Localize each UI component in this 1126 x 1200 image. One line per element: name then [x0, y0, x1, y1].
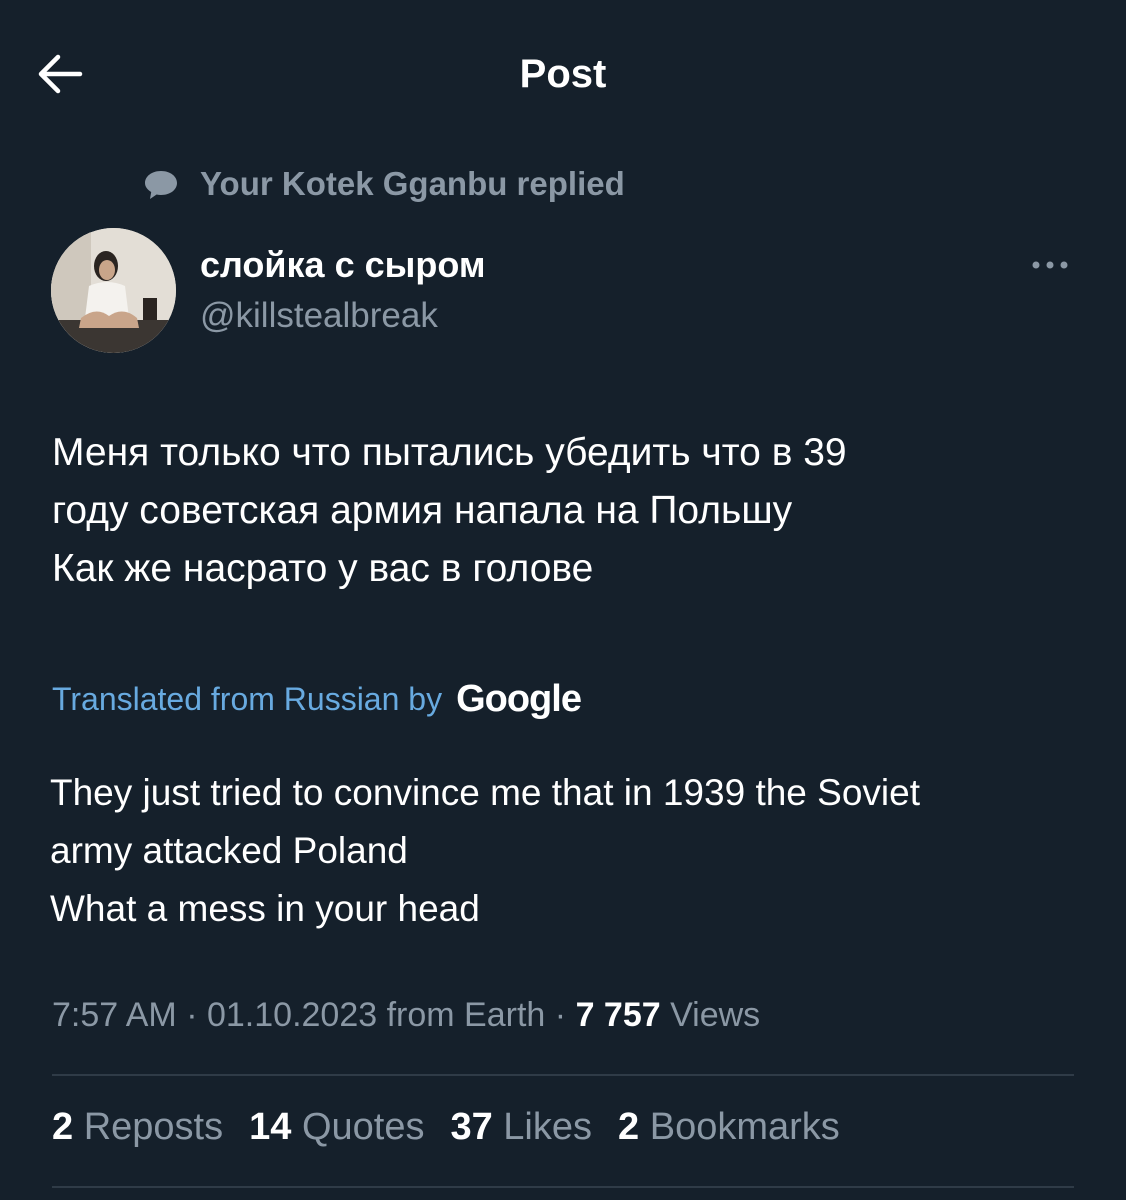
likes-label: Likes	[503, 1106, 593, 1148]
post-text-line: году советская армия напала на Польшу	[52, 489, 793, 532]
quotes-label: Quotes	[301, 1106, 425, 1148]
quotes-stat[interactable]: 14 Quotes	[249, 1106, 424, 1149]
post-source: from Earth	[386, 996, 546, 1034]
more-dots-icon	[1032, 261, 1068, 269]
page-title: Post	[519, 52, 607, 96]
translated-text: They just tried to convince me that in 1…	[50, 764, 1100, 938]
likes-stat[interactable]: 37 Likes	[450, 1106, 592, 1149]
google-logo: Google	[456, 678, 582, 720]
engagement-stats: 2 Reposts 14 Quotes 37 Likes 2 Bookmarks	[52, 1106, 866, 1149]
views-label: Views	[670, 996, 761, 1034]
more-options-button[interactable]	[1020, 245, 1080, 285]
reposts-count: 2	[52, 1106, 84, 1148]
avatar-photo	[51, 228, 176, 353]
speech-bubble-icon	[145, 171, 177, 199]
author-handle[interactable]: @killstealbreak	[200, 296, 438, 336]
reply-context-text: Your Kotek Gganbu replied	[200, 165, 625, 202]
bookmarks-stat[interactable]: 2 Bookmarks	[618, 1106, 840, 1149]
divider	[52, 1186, 1074, 1188]
post-date[interactable]: 01.10.2023	[207, 996, 377, 1034]
reply-context[interactable]: Your Kotek Gganbu replied	[142, 162, 625, 206]
views-count: 7 757	[575, 996, 671, 1034]
author-display-name[interactable]: слойка с сыром	[200, 244, 486, 286]
post-text: Меня только что пытались убедить что в 3…	[52, 424, 1092, 598]
post-page: Post Your Kotek Gganbu replied слойка с …	[0, 0, 1126, 1200]
translated-text-line: What a mess in your head	[50, 888, 480, 929]
post-text-line: Меня только что пытались убедить что в 3…	[52, 431, 847, 474]
post-metadata: 7:57 AM · 01.10.2023 from Earth · 7 757 …	[52, 996, 760, 1035]
bookmarks-label: Bookmarks	[649, 1106, 840, 1148]
reposts-stat[interactable]: 2 Reposts	[52, 1106, 223, 1149]
bookmarks-count: 2	[618, 1106, 650, 1148]
translated-text-line: They just tried to convince me that in 1…	[50, 772, 920, 813]
avatar[interactable]	[51, 228, 176, 353]
translation-label: Translated from Russian by	[52, 681, 443, 717]
translated-text-line: army attacked Poland	[50, 830, 408, 871]
likes-count: 37	[450, 1106, 504, 1148]
quotes-count: 14	[249, 1106, 302, 1148]
separator-dot: ·	[554, 996, 576, 1034]
reposts-label: Reposts	[83, 1106, 224, 1148]
post-time[interactable]: 7:57 AM	[52, 996, 177, 1034]
divider	[52, 1074, 1074, 1076]
translation-attribution[interactable]: Translated from Russian by Google	[52, 678, 582, 721]
post-text-line: Как же насрато у вас в голове	[52, 547, 594, 590]
header: Post	[0, 0, 1126, 145]
separator-dot: ·	[186, 996, 207, 1034]
